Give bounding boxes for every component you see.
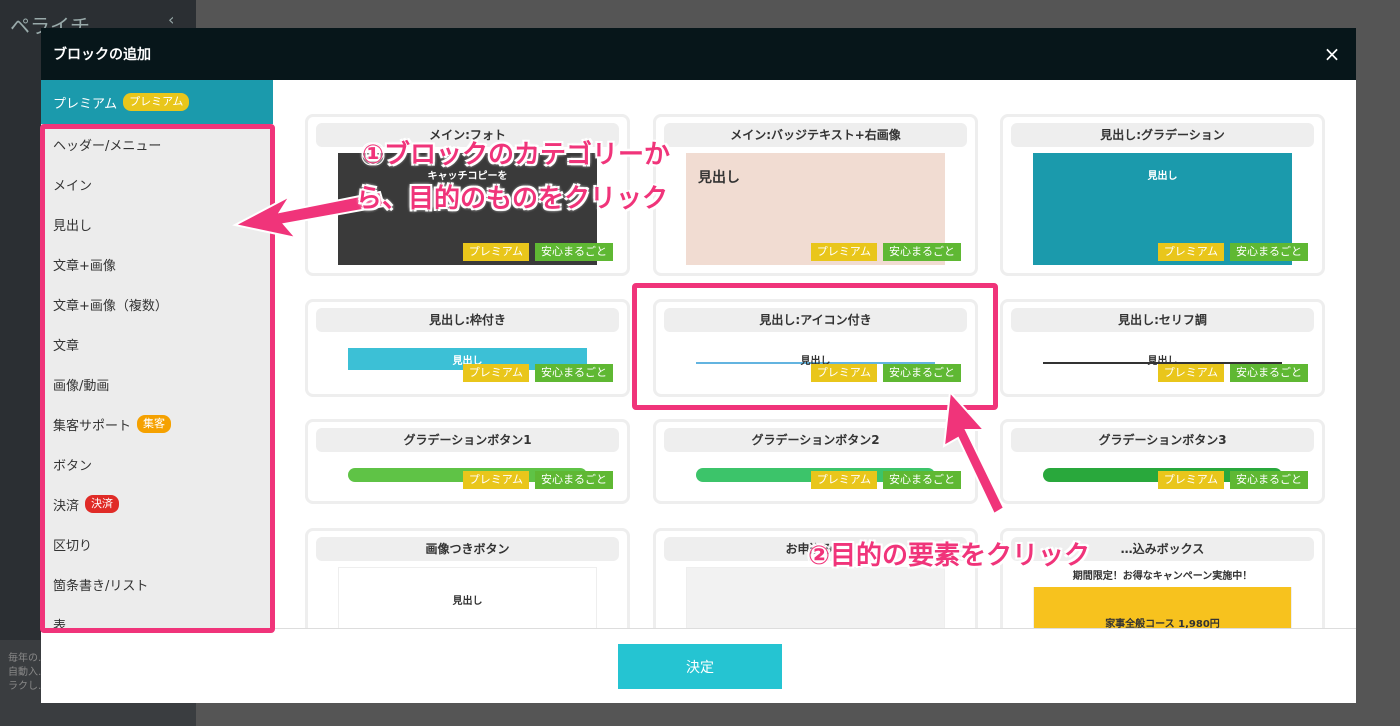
block-card[interactable]: グラデーションボタン1 プレミアム 安心まるごと: [305, 419, 630, 504]
sidebar-item-label: プレミアム: [53, 96, 118, 112]
block-tags: プレミアム 安心まるごと: [462, 364, 613, 382]
annotation-step1-line1: ①ブロックのカテゴリーか: [362, 140, 671, 170]
block-tags: プレミアム 安心まるごと: [1157, 243, 1308, 261]
safe-tag: 安心まるごと: [1230, 364, 1308, 382]
premium-tag: プレミアム: [810, 364, 877, 382]
sidebar-item[interactable]: 集客サポート 集客: [41, 404, 273, 444]
preview-text: 見出し: [452, 596, 483, 607]
category-badge: 決済: [85, 495, 120, 513]
safe-tag: 安心まるごと: [883, 364, 961, 382]
block-tags: プレミアム 安心まるごと: [462, 243, 613, 261]
block-tags: プレミアム 安心まるごと: [1157, 471, 1308, 489]
block-card[interactable]: メイン:バッジテキスト+右画像見出しプレミアム 安心まるごと: [653, 114, 978, 276]
premium-tag: プレミアム: [810, 243, 877, 261]
sidebar-item-label: 見出し: [53, 218, 93, 234]
modal-body: プレミアム プレミアム ヘッダー/メニュー メイン 見出し 文章+画像 文章+画像（複数）文…: [41, 80, 1356, 628]
chevron-left-icon: ‹: [168, 10, 175, 29]
safe-tag: 安心まるごと: [883, 243, 961, 261]
safe-tag: 安心まるごと: [883, 471, 961, 489]
block-card-title: グラデーションボタン1: [316, 428, 619, 452]
block-card-preview: [686, 567, 945, 628]
sidebar-item-label: ボタン: [53, 458, 93, 474]
sidebar-item[interactable]: 表: [41, 604, 273, 629]
block-card[interactable]: 見出し:枠付き 見出し プレミアム 安心まるごと: [305, 299, 630, 397]
sidebar-item-label: ヘッダー/メニュー: [53, 138, 162, 154]
sidebar-item-label: 表: [53, 618, 67, 629]
block-tags: プレミアム 安心まるごと: [810, 243, 961, 261]
block-card-title: 見出し:アイコン付き: [664, 308, 967, 332]
sidebar-item[interactable]: 文章+画像: [41, 244, 273, 284]
premium-tag: プレミアム: [1157, 243, 1224, 261]
sidebar-item[interactable]: プレミアム プレミアム: [41, 80, 273, 124]
block-card[interactable]: グラデーションボタン2 プレミアム 安心まるごと: [653, 419, 978, 504]
sidebar-item-label: 文章+画像（複数）: [53, 298, 168, 314]
block-card[interactable]: 画像つきボタン見出し: [305, 528, 630, 628]
sidebar-item-label: メイン: [53, 178, 93, 194]
block-tags: プレミアム 安心まるごと: [1157, 364, 1308, 382]
premium-tag: プレミアム: [462, 364, 529, 382]
sidebar-item[interactable]: ボタン: [41, 444, 273, 484]
block-card-title: 画像つきボタン: [316, 537, 619, 561]
premium-tag: プレミアム: [1157, 471, 1224, 489]
preview-graphic: [686, 567, 945, 628]
block-card[interactable]: グラデーションボタン3 プレミアム 安心まるごと: [1000, 419, 1325, 504]
sidebar-item-label: 文章: [53, 338, 80, 354]
annotation-step2: ②目的の要素をクリック: [808, 541, 1091, 571]
sidebar-item-label: 画像/動画: [53, 378, 110, 394]
sidebar-item[interactable]: 箇条書き/リスト: [41, 564, 273, 604]
block-card-title: 見出し:枠付き: [316, 308, 619, 332]
sidebar-item[interactable]: 決済 決済: [41, 484, 273, 524]
annotation-step1-line2: ら、目的のものをクリック: [356, 184, 669, 214]
safe-tag: 安心まるごと: [535, 243, 613, 261]
preview-text: 家事全般コース 1,980円: [1105, 619, 1220, 628]
premium-tag: プレミアム: [1157, 364, 1224, 382]
block-card[interactable]: 見出し:セリフ調 見出し プレミアム 安心まるごと: [1000, 299, 1325, 397]
sidebar-item[interactable]: ヘッダー/メニュー: [41, 124, 273, 164]
sidebar-item-label: 集客サポート: [53, 418, 132, 434]
sidebar-item-label: 区切り: [53, 538, 93, 554]
safe-tag: 安心まるごと: [535, 471, 613, 489]
block-tags: プレミアム 安心まるごと: [810, 471, 961, 489]
block-tags: プレミアム 安心まるごと: [462, 471, 613, 489]
block-card-title: 見出し:グラデーション: [1011, 123, 1314, 147]
sidebar-item[interactable]: メイン: [41, 164, 273, 204]
confirm-button[interactable]: 決定: [618, 644, 782, 689]
close-icon[interactable]: ×: [1320, 42, 1344, 66]
sidebar-item[interactable]: 文章: [41, 324, 273, 364]
modal-footer: 決定: [41, 628, 1356, 703]
modal-title: ブロックの追加: [53, 47, 151, 63]
category-badge: 集客: [137, 415, 172, 433]
block-card-title: 見出し:セリフ調: [1011, 308, 1314, 332]
preview-text: 見出し: [1147, 171, 1178, 182]
category-badge: プレミアム: [123, 93, 190, 111]
safe-tag: 安心まるごと: [535, 364, 613, 382]
sidebar-item[interactable]: 区切り: [41, 524, 273, 564]
sidebar-item[interactable]: 文章+画像（複数）: [41, 284, 273, 324]
sidebar-item-label: 決済: [53, 498, 80, 514]
add-block-modal: ブロックの追加 × プレミアム プレミアム ヘッダー/メニュー メイン 見出し 文章+画像…: [41, 28, 1356, 703]
block-tags: プレミアム 安心まるごと: [810, 364, 961, 382]
block-card-preview: 期間限定！お得なキャンペーン実施中！ 家事全般コース 1,980円: [1033, 567, 1292, 628]
category-sidebar: プレミアム プレミアムヘッダー/メニュー メイン見出し文章+画像文章+画像（複数） 文…: [41, 80, 273, 628]
premium-tag: プレミアム: [462, 471, 529, 489]
block-card[interactable]: 見出し:アイコン付き 見出し プレミアム 安心まるごと: [653, 299, 978, 397]
preview-text: 見出し: [698, 170, 740, 186]
sidebar-item[interactable]: 画像/動画: [41, 364, 273, 404]
premium-tag: プレミアム: [810, 471, 877, 489]
block-card-title: メイン:バッジテキスト+右画像: [664, 123, 967, 147]
safe-tag: 安心まるごと: [1230, 243, 1308, 261]
sidebar-item-label: 文章+画像: [53, 258, 116, 274]
block-card[interactable]: 見出し:グラデーション見出しプレミアム 安心まるごと: [1000, 114, 1325, 276]
sidebar-item-label: 箇条書き/リスト: [53, 578, 149, 594]
sidebar-item[interactable]: 見出し: [41, 204, 273, 244]
safe-tag: 安心まるごと: [1230, 471, 1308, 489]
block-card-title: グラデーションボタン3: [1011, 428, 1314, 452]
block-card-preview: 見出し: [338, 567, 597, 628]
block-card-title: グラデーションボタン2: [664, 428, 967, 452]
modal-header: ブロックの追加 ×: [41, 28, 1356, 80]
premium-tag: プレミアム: [462, 243, 529, 261]
